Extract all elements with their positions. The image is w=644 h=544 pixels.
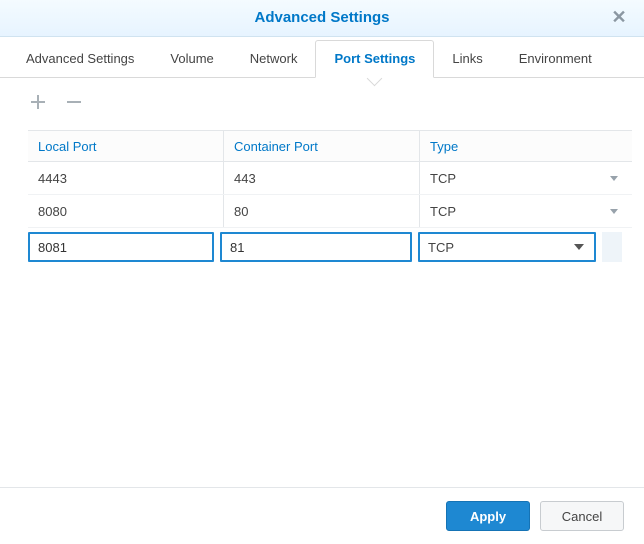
chevron-down-icon (574, 244, 584, 250)
titlebar: Advanced Settings ✕ (0, 0, 644, 37)
minus-icon[interactable] (64, 92, 84, 112)
port-table: Local Port Container Port Type 4443443 TC… (28, 130, 632, 264)
cell-type[interactable]: TCP (420, 162, 632, 194)
table-edit-row: TCP (28, 230, 632, 264)
tab-links[interactable]: Links (434, 41, 500, 77)
tab-advanced-settings[interactable]: Advanced Settings (8, 41, 152, 77)
table-row[interactable]: 808080 TCP (28, 195, 632, 228)
tab-port-settings[interactable]: Port Settings (315, 40, 434, 78)
row-trailing-strip (602, 232, 622, 262)
type-select[interactable]: TCP (418, 232, 596, 262)
tab-environment[interactable]: Environment (501, 41, 610, 77)
footer: Apply Cancel (0, 487, 644, 544)
chevron-down-icon (610, 176, 618, 181)
row-toolbar (28, 92, 624, 112)
col-local-port[interactable]: Local Port (28, 131, 224, 161)
type-select-value: TCP (428, 240, 454, 255)
cell-type-value: TCP (430, 204, 456, 219)
cell-container-port: 80 (224, 195, 420, 227)
container-port-input[interactable] (220, 232, 412, 262)
body: Local Port Container Port Type 4443443 TC… (0, 78, 644, 496)
tab-bar: Advanced SettingsVolumeNetworkPort Setti… (0, 37, 644, 78)
window-title: Advanced Settings (254, 9, 389, 26)
tab-volume[interactable]: Volume (152, 41, 231, 77)
close-icon[interactable]: ✕ (604, 0, 634, 36)
cell-local-port: 8080 (28, 195, 224, 227)
col-container-port[interactable]: Container Port (224, 131, 420, 161)
cell-container-port: 443 (224, 162, 420, 194)
table-header: Local Port Container Port Type (28, 131, 632, 162)
col-type[interactable]: Type (420, 131, 632, 161)
cancel-button[interactable]: Cancel (540, 501, 624, 531)
chevron-down-icon (610, 209, 618, 214)
plus-icon[interactable] (28, 92, 48, 112)
apply-button[interactable]: Apply (446, 501, 530, 531)
cell-type[interactable]: TCP (420, 195, 632, 227)
table-row[interactable]: 4443443 TCP (28, 162, 632, 195)
local-port-input[interactable] (28, 232, 214, 262)
cell-type-value: TCP (430, 171, 456, 186)
cell-local-port: 4443 (28, 162, 224, 194)
tab-network[interactable]: Network (232, 41, 316, 77)
